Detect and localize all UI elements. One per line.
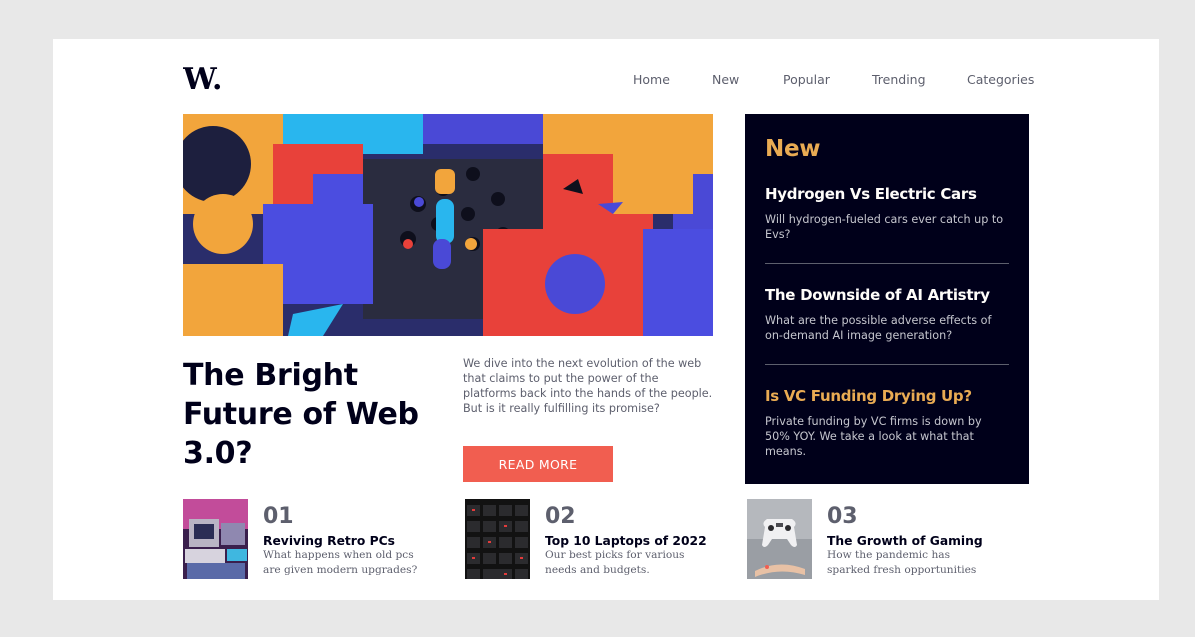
nav-home[interactable]: Home (633, 72, 670, 87)
new-item-title[interactable]: The Downside of AI Artistry (765, 285, 1009, 305)
nav-categories[interactable]: Categories (967, 72, 1034, 87)
article-thumbnail-laptop-keyboard[interactable] (465, 499, 530, 579)
article-description: What happens when old pcs are given mode… (263, 549, 418, 576)
article-thumbnail-retro-pc[interactable] (183, 499, 248, 579)
read-more-button[interactable]: Read more (463, 446, 613, 482)
hero-image (183, 114, 713, 336)
divider (765, 364, 1009, 365)
new-item[interactable]: The Downside of AI Artistry What are the… (765, 285, 1009, 343)
divider (765, 263, 1009, 264)
article-number: 01 (263, 504, 294, 529)
article-title[interactable]: Reviving Retro PCs (263, 533, 463, 549)
article-number: 03 (827, 504, 858, 529)
page-card: W. Home New Popular Trending Categories (53, 39, 1159, 600)
new-articles-panel: New Hydrogen Vs Electric Cars Will hydro… (745, 114, 1029, 484)
new-item-description: Private funding by VC firms is down by 5… (765, 415, 982, 458)
article-description: Our best picks for various needs and bud… (545, 549, 685, 576)
article-number: 02 (545, 504, 576, 529)
article-title[interactable]: The Growth of Gaming (827, 533, 1027, 549)
article-thumbnail-game-controller[interactable] (747, 499, 812, 579)
hero-description: We dive into the next evolution of the w… (463, 357, 713, 415)
nav-popular[interactable]: Popular (783, 72, 830, 87)
new-item-description: Will hydrogen-fueled cars ever catch up … (765, 213, 1004, 241)
hero-title: The Bright Future of Web 3.0? (183, 358, 419, 471)
new-item[interactable]: Is VC Funding Drying Up? Private funding… (765, 386, 1009, 459)
nav-new[interactable]: New (712, 72, 739, 87)
svg-text:W.: W. (183, 63, 222, 95)
article-title[interactable]: Top 10 Laptops of 2022 (545, 533, 745, 549)
article-description: How the pandemic has sparked fresh oppor… (827, 549, 977, 576)
new-item-title[interactable]: Hydrogen Vs Electric Cars (765, 184, 1009, 204)
nav-trending[interactable]: Trending (872, 72, 926, 87)
new-item-title[interactable]: Is VC Funding Drying Up? (765, 386, 1009, 406)
new-heading: New (765, 136, 821, 162)
new-item[interactable]: Hydrogen Vs Electric Cars Will hydrogen-… (765, 184, 1009, 242)
logo[interactable]: W. (183, 63, 225, 95)
new-item-description: What are the possible adverse effects of… (765, 314, 992, 342)
